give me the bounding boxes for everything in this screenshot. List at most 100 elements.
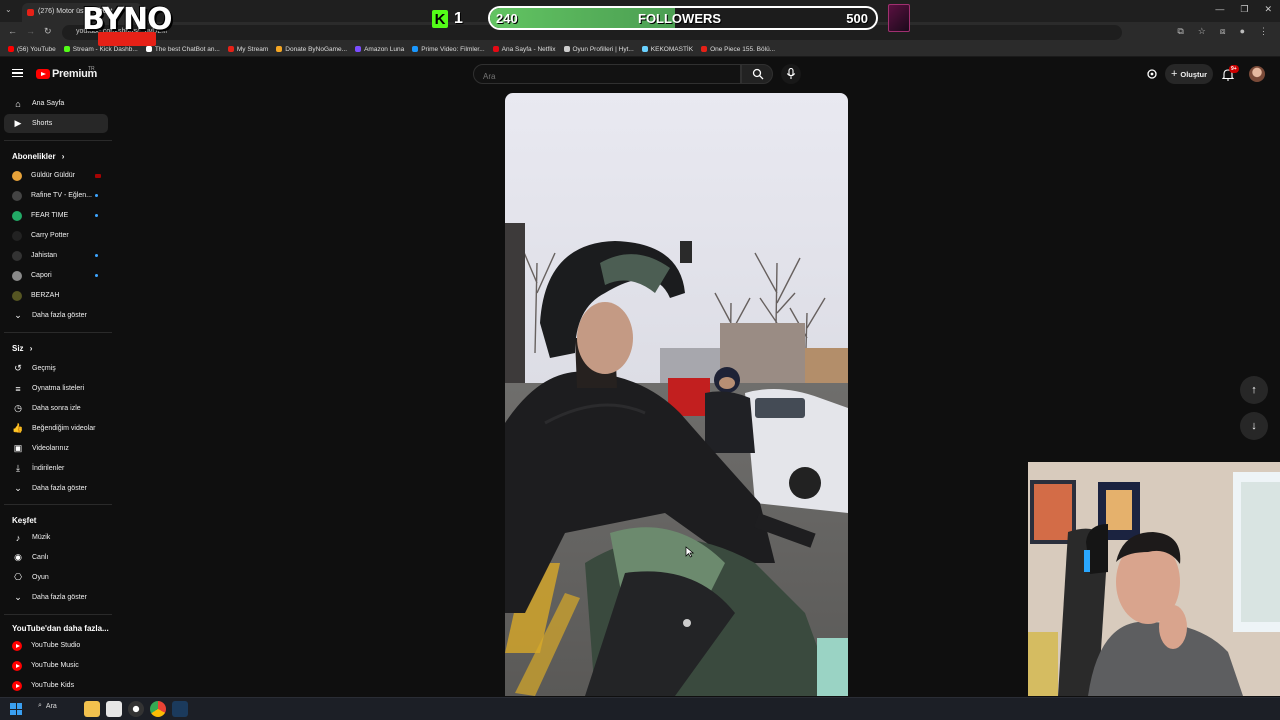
- microphone-icon: [786, 68, 796, 79]
- followers-goal: 500: [846, 11, 868, 26]
- windows-start-icon[interactable]: [10, 703, 22, 715]
- store-icon[interactable]: [106, 701, 122, 717]
- bookmark-item[interactable]: One Piece 155. Bölü...: [701, 46, 775, 53]
- sidebar-item-thumb-up[interactable]: 👍 Beğendiğim videolar: [4, 419, 108, 438]
- channel-avatar: [12, 170, 22, 181]
- tab-search-icon[interactable]: ⌄: [5, 5, 12, 14]
- hamburger-menu-icon[interactable]: [12, 69, 23, 77]
- extensions-icon[interactable]: ⧈: [1220, 26, 1226, 37]
- bookmark-label: Oyun Profilleri | Hyt...: [572, 45, 634, 53]
- sidebar-item-subscription[interactable]: Güldür Güldür: [4, 166, 108, 185]
- show-more-explore[interactable]: ⌄ Daha fazla göster: [4, 588, 108, 607]
- sidebar-item-gaming[interactable]: ⎔ Oyun: [4, 568, 108, 587]
- sidebar-item-subscription[interactable]: BERZAH: [4, 286, 108, 305]
- maximize-icon[interactable]: ❐: [1240, 4, 1248, 15]
- bookmark-favicon-icon: [63, 46, 70, 52]
- sidebar-item-subscription[interactable]: Capori: [4, 266, 108, 285]
- next-short-button[interactable]: ↓: [1240, 412, 1268, 440]
- sidebar-item-clock[interactable]: ◷ Daha sonra izle: [4, 399, 108, 418]
- reload-icon[interactable]: ↻: [44, 26, 52, 37]
- bookmark-star-icon[interactable]: ☆: [1198, 26, 1206, 37]
- chevron-right-icon: ›: [59, 152, 65, 161]
- sidebar-item-label: BERZAH: [31, 292, 60, 299]
- home-icon: ⌂: [15, 98, 21, 109]
- explore-header[interactable]: Keşfet: [12, 516, 36, 525]
- sidebar-item-history[interactable]: ↺ Geçmiş: [4, 359, 108, 378]
- minimize-icon[interactable]: —: [1215, 4, 1224, 15]
- bookmark-item[interactable]: Oyun Profilleri | Hyt...: [563, 45, 634, 53]
- forward-icon[interactable]: →: [26, 26, 35, 36]
- sidebar-item-label: Geçmiş: [32, 365, 56, 372]
- sidebar-item-your-videos[interactable]: ▣ Videolarınız: [4, 439, 108, 458]
- shorts-icon: ▶: [14, 118, 22, 128]
- sidebar-item-youtube-app[interactable]: YouTube Studio: [4, 636, 108, 655]
- file-explorer-icon[interactable]: [84, 701, 100, 717]
- install-icon[interactable]: ⧉: [1177, 26, 1183, 37]
- taskbar-search[interactable]: ⌕ Ara: [38, 702, 57, 710]
- chrome-icon[interactable]: [150, 701, 166, 717]
- cast-icon[interactable]: [1146, 68, 1158, 80]
- show-more-subscriptions[interactable]: ⌄ Daha fazla göster: [4, 306, 108, 325]
- sidebar-item-download[interactable]: ⤓ İndirilenler: [4, 459, 108, 478]
- search-input[interactable]: [473, 64, 741, 84]
- bookmark-label: The best ChatBot an...: [154, 45, 220, 53]
- subscriptions-header[interactable]: Abonelikler ›: [12, 152, 64, 161]
- bookmark-item[interactable]: My Stream: [227, 46, 268, 53]
- back-icon[interactable]: ←: [8, 26, 17, 36]
- chevron-right-icon: ›: [27, 344, 33, 353]
- sidebar-item-label: YouTube Kids: [31, 682, 75, 689]
- kick-viewer-badge: K 1: [432, 10, 463, 28]
- steam-icon[interactable]: [172, 701, 188, 717]
- sidebar-item-subscription[interactable]: FEAR TIME: [4, 206, 108, 225]
- sidebar-divider: [4, 140, 112, 141]
- sidebar-item-shorts[interactable]: ▶ Shorts: [4, 114, 108, 133]
- bookmark-item[interactable]: The best ChatBot an...: [145, 45, 220, 53]
- you-header[interactable]: Siz ›: [12, 344, 32, 353]
- more-from-youtube-header[interactable]: YouTube'dan daha fazla...: [12, 624, 109, 633]
- sidebar-item-youtube-app[interactable]: YouTube Music: [4, 656, 108, 675]
- sidebar-item-live[interactable]: ◉ Canlı: [4, 548, 108, 567]
- obs-icon[interactable]: [128, 701, 144, 717]
- create-button[interactable]: + Oluştur: [1165, 64, 1213, 84]
- shorts-video-player[interactable]: [505, 93, 848, 696]
- profile-icon[interactable]: ●: [1240, 26, 1245, 37]
- sidebar-divider: [4, 332, 112, 333]
- bookmark-label: Donate ByNoGame...: [285, 45, 348, 53]
- channel-avatar: [12, 290, 22, 301]
- bookmark-item[interactable]: Stream - Kick Dashb...: [63, 45, 138, 53]
- sidebar-item-music[interactable]: ♪ Müzik: [4, 528, 108, 547]
- sidebar-item-subscription[interactable]: Rafine TV - Eğlen...: [4, 186, 108, 205]
- new-content-dot: [95, 214, 98, 217]
- bookmark-item[interactable]: (56) YouTube: [8, 46, 56, 53]
- kick-icon: K: [432, 10, 448, 28]
- voice-search-button[interactable]: [781, 64, 801, 84]
- thumb-up-icon: 👍: [12, 423, 24, 433]
- sidebar-item-subscription[interactable]: Carry Potter: [4, 226, 108, 245]
- sidebar-item-playlist[interactable]: ≡ Oynatma listeleri: [4, 379, 108, 398]
- show-more-you[interactable]: ⌄ Daha fazla göster: [4, 479, 108, 498]
- bookmark-item[interactable]: KEKOMASTİK: [641, 46, 693, 53]
- bookmark-item[interactable]: Donate ByNoGame...: [276, 46, 347, 53]
- bookmark-label: Amazon Luna: [364, 45, 405, 53]
- download-icon: ⤓: [16, 463, 20, 473]
- close-icon[interactable]: ✕: [1264, 4, 1272, 15]
- previous-short-button[interactable]: ↑: [1240, 376, 1268, 404]
- followers-current: 240: [496, 11, 518, 26]
- channel-avatar: [12, 250, 22, 261]
- chevron-down-icon: ⌄: [14, 310, 22, 320]
- more-icon[interactable]: ⋮: [1259, 26, 1268, 37]
- user-avatar[interactable]: [1249, 66, 1265, 82]
- bookmarks-bar: (56) YouTube Stream - Kick Dashb... The be…: [0, 42, 1280, 57]
- bookmark-item[interactable]: Amazon Luna: [355, 46, 404, 53]
- bookmark-label: Stream - Kick Dashb...: [72, 45, 138, 53]
- bookmark-item[interactable]: Prime Video: Filmler...: [412, 46, 485, 53]
- sidebar-item-subscription[interactable]: Jahistan: [4, 246, 108, 265]
- search-button[interactable]: [741, 64, 773, 84]
- sidebar-item-youtube-app[interactable]: YouTube Kids: [4, 676, 108, 695]
- sidebar-item-home[interactable]: ⌂ Ana Sayfa: [4, 94, 108, 113]
- channel-avatar: [12, 210, 22, 221]
- bookmark-item[interactable]: Ana Sayfa - Netflix: [492, 46, 556, 53]
- sidebar: ⌂ Ana Sayfa ▶ Shorts Abonelikler › Güldür Gül…: [0, 92, 116, 696]
- sidebar-item-label: Oynatma listeleri: [32, 385, 85, 392]
- channel-avatar: [12, 270, 22, 281]
